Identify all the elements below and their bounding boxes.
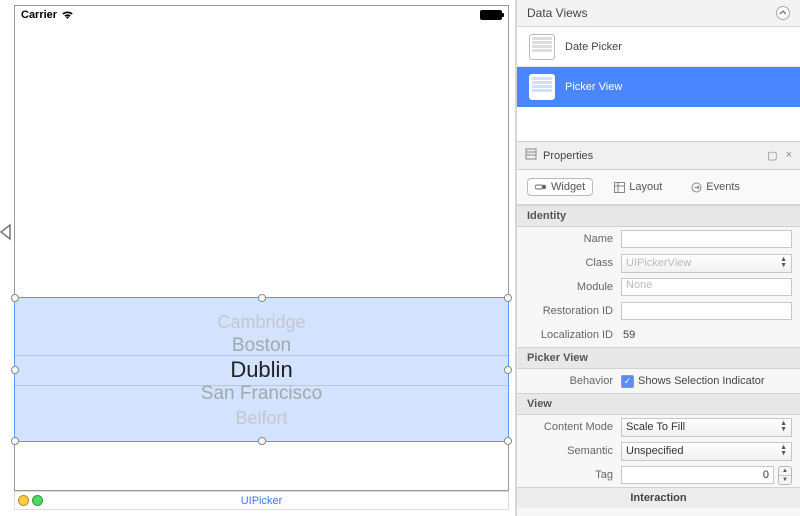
restoration-id-field[interactable] <box>621 302 792 320</box>
status-bar: Carrier <box>15 6 508 24</box>
properties-header: Properties ▢ × <box>517 141 800 170</box>
library-item-label: Picker View <box>565 81 622 93</box>
section-interaction: Interaction <box>517 487 800 508</box>
semantic-value: Unspecified <box>626 445 683 457</box>
properties-tabs: Widget Layout Events <box>517 170 800 205</box>
tab-widget[interactable]: Widget <box>527 178 593 196</box>
shows-selection-indicator-checkbox[interactable]: ✓ <box>621 375 634 388</box>
inspector-panel: Data Views Date Picker Picker View Prope… <box>516 0 800 516</box>
module-label: Module <box>517 281 621 293</box>
design-canvas[interactable]: Carrier Cambridge Boston Dublin San Fran… <box>0 0 516 516</box>
library-item-date-picker[interactable]: Date Picker <box>517 27 800 67</box>
picker-view-icon <box>529 74 555 100</box>
resize-handle[interactable] <box>258 437 266 445</box>
resize-handle[interactable] <box>504 294 512 302</box>
library-spacer <box>517 107 800 141</box>
library-title: Data Views <box>527 6 587 20</box>
resize-handle[interactable] <box>504 437 512 445</box>
layout-icon <box>613 181 625 193</box>
class-label: Class <box>517 257 621 269</box>
resize-handle[interactable] <box>11 437 19 445</box>
resize-handle[interactable] <box>11 294 19 302</box>
content-mode-select[interactable]: Scale To Fill ▲▼ <box>621 418 792 437</box>
detach-icon[interactable]: ▢ <box>767 149 777 162</box>
stepper-down-icon[interactable]: ▼ <box>779 476 791 484</box>
section-identity: Identity <box>517 205 800 227</box>
library-item-picker-view[interactable]: Picker View <box>517 67 800 107</box>
chevron-updown-icon: ▲▼ <box>780 257 787 269</box>
localization-id-label: Localization ID <box>517 329 621 341</box>
resize-handle[interactable] <box>11 366 19 374</box>
resize-handle[interactable] <box>504 366 512 374</box>
library-item-label: Date Picker <box>565 41 622 53</box>
close-icon[interactable]: × <box>786 149 792 162</box>
name-label: Name <box>517 233 621 245</box>
chevron-updown-icon: ▲▼ <box>780 421 787 433</box>
tab-label: Widget <box>551 181 585 193</box>
events-icon <box>690 181 702 193</box>
chevron-updown-icon: ▲▼ <box>780 445 787 457</box>
tag-stepper[interactable]: ▲▼ <box>778 466 792 485</box>
localization-id-value: 59 <box>621 329 635 341</box>
scene-label: UIPicker <box>241 495 283 507</box>
tag-label: Tag <box>517 469 621 481</box>
properties-title: Properties <box>543 150 593 162</box>
stepper-up-icon[interactable]: ▲ <box>779 467 791 476</box>
carrier-label: Carrier <box>21 9 57 21</box>
segue-enter-arrow-icon <box>0 223 14 246</box>
properties-icon <box>525 148 537 163</box>
resize-handle[interactable] <box>258 294 266 302</box>
scene-dock-icons <box>18 495 43 506</box>
semantic-label: Semantic <box>517 445 621 457</box>
restoration-id-label: Restoration ID <box>517 305 621 317</box>
scene-dock[interactable]: UIPicker <box>14 491 509 510</box>
content-mode-label: Content Mode <box>517 421 621 433</box>
battery-icon <box>480 10 502 20</box>
library-header: Data Views <box>517 0 800 27</box>
tab-label: Events <box>706 181 740 193</box>
class-value: UIPickerView <box>626 257 691 269</box>
widget-icon <box>535 181 547 193</box>
section-view: View <box>517 393 800 415</box>
behavior-label: Behavior <box>517 375 621 387</box>
date-picker-icon <box>529 34 555 60</box>
tab-label: Layout <box>629 181 662 193</box>
name-field[interactable] <box>621 230 792 248</box>
wifi-icon <box>61 10 74 20</box>
semantic-select[interactable]: Unspecified ▲▼ <box>621 442 792 461</box>
class-select[interactable]: UIPickerView ▲▼ <box>621 254 792 273</box>
module-field[interactable]: None <box>621 278 792 296</box>
tab-events[interactable]: Events <box>682 178 748 196</box>
content-mode-value: Scale To Fill <box>626 421 685 433</box>
tab-layout[interactable]: Layout <box>605 178 670 196</box>
first-responder-icon[interactable] <box>18 495 29 506</box>
selection-overlay[interactable] <box>14 297 509 442</box>
behavior-checkbox-label: Shows Selection Indicator <box>638 375 765 387</box>
tag-field[interactable] <box>621 466 774 484</box>
section-picker-view: Picker View <box>517 347 800 369</box>
collapse-icon[interactable] <box>776 6 790 20</box>
exit-icon[interactable] <box>32 495 43 506</box>
